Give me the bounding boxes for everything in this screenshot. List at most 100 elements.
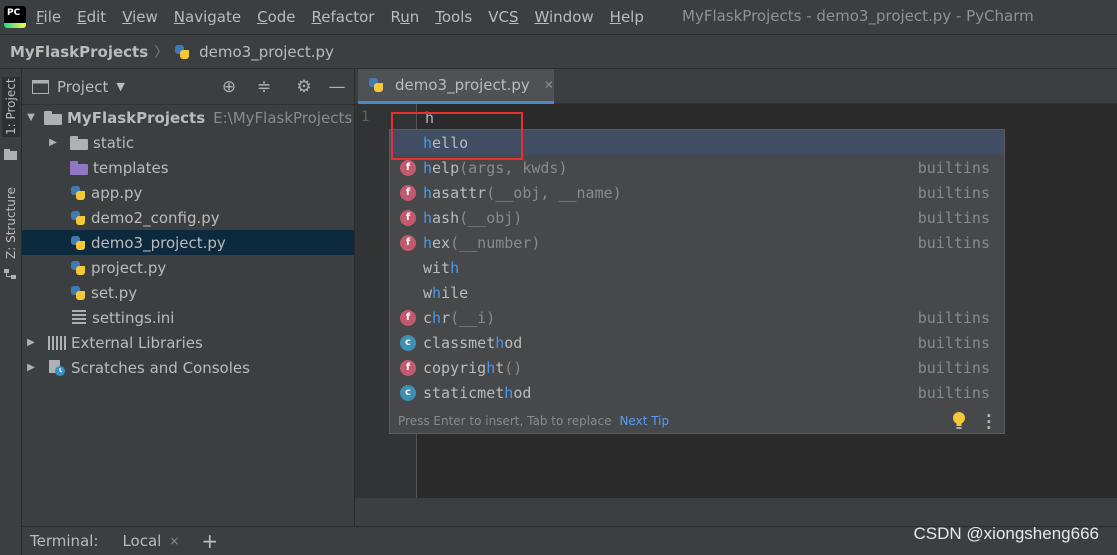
collapsed-arrow-icon[interactable]: ▶ xyxy=(26,337,36,348)
menu-item[interactable]: Tools xyxy=(435,8,472,26)
menu-label-part: R xyxy=(390,8,401,26)
tab-demo3-project[interactable]: demo3_project.py ✕ xyxy=(358,69,554,104)
menu-item[interactable]: Code xyxy=(257,8,295,26)
menu-item[interactable]: Edit xyxy=(77,8,106,26)
menu-item[interactable]: Run xyxy=(390,8,419,26)
close-icon[interactable]: × xyxy=(169,534,179,548)
tree-item-file[interactable]: app.py xyxy=(22,180,354,205)
chevron-right-icon: 〉 xyxy=(154,44,169,61)
code-completion-popup: hello f help(args, kwds) builtins f hasattr(_… xyxy=(389,129,1005,436)
templates-folder-icon xyxy=(70,160,88,175)
function-icon: f xyxy=(400,359,416,376)
chevron-down-icon[interactable]: ▼ xyxy=(116,80,124,93)
menu-item[interactable]: VCS xyxy=(488,8,518,26)
folder-icon xyxy=(70,135,88,150)
minimize-icon[interactable]: — xyxy=(328,78,346,96)
completion-name-part: ash xyxy=(432,208,460,227)
menu-mnemonic: R xyxy=(311,8,322,26)
menu-mnemonic: T xyxy=(435,8,442,26)
next-tip-link[interactable]: Next Tip xyxy=(619,414,669,428)
tab-label: demo3_project.py xyxy=(395,76,530,94)
terminal-tab-local[interactable]: Local xyxy=(122,532,161,550)
completion-type: builtins xyxy=(917,233,990,252)
project-panel-header: Project ▼ ⊕ ≑ ⚙ — xyxy=(22,69,354,105)
completion-item[interactable]: while xyxy=(390,280,1004,305)
tree-item-file[interactable]: project.py xyxy=(22,255,354,280)
expanded-arrow-icon[interactable]: ▼ xyxy=(26,112,36,123)
completion-name: help(args, kwds) xyxy=(423,159,568,177)
menu-item[interactable]: File xyxy=(36,8,61,26)
completion-name-part: h xyxy=(486,358,496,377)
completion-item[interactable]: f copyright() builtins xyxy=(390,355,1004,380)
editor-bottom-strip xyxy=(355,498,1117,526)
close-icon[interactable]: ✕ xyxy=(544,78,554,92)
breadcrumb-file[interactable]: demo3_project.py xyxy=(199,43,334,61)
completion-name-part: staticmet xyxy=(423,383,505,402)
menu-mnemonic: V xyxy=(122,8,133,26)
tree-item-file[interactable]: set.py xyxy=(22,280,354,305)
menu-mnemonic: C xyxy=(257,8,268,26)
function-icon: f xyxy=(400,234,416,251)
completion-item[interactable]: with xyxy=(390,255,1004,280)
add-terminal-button[interactable]: + xyxy=(201,529,218,553)
menu-mnemonic: H xyxy=(609,8,621,26)
structure-tool-tab[interactable]: Z: Structure xyxy=(2,183,20,263)
editor-tab-bar: demo3_project.py ✕ xyxy=(355,69,1117,104)
completion-name-part: h xyxy=(450,258,460,277)
tree-item-external-libraries[interactable]: ▶ External Libraries xyxy=(22,330,354,355)
breadcrumb-project[interactable]: MyFlaskProjects xyxy=(10,43,148,61)
collapse-all-icon[interactable]: ≑ xyxy=(255,78,273,96)
tree-item-label: External Libraries xyxy=(71,333,203,352)
collapsed-arrow-icon[interactable]: ▶ xyxy=(26,362,36,373)
menu-label-part: ools xyxy=(441,8,473,26)
menu-label-part: elp xyxy=(620,8,644,26)
completion-name-part: h xyxy=(423,233,433,252)
locate-icon[interactable]: ⊕ xyxy=(220,78,238,96)
completion-type: builtins xyxy=(917,158,990,177)
tree-item-file-selected[interactable]: demo3_project.py xyxy=(22,230,354,255)
menu-mnemonic: u xyxy=(400,8,410,26)
completion-item[interactable]: c classmethod builtins xyxy=(390,330,1004,355)
class-icon: c xyxy=(400,334,416,351)
completion-name-part: h xyxy=(423,183,433,202)
completion-name-part: (__obj) xyxy=(459,208,523,227)
python-file-icon xyxy=(70,235,86,251)
tree-item-label: settings.ini xyxy=(92,308,175,327)
collapsed-arrow-icon[interactable]: ▶ xyxy=(48,137,58,148)
tree-item-root[interactable]: ▼ MyFlaskProjects E:\MyFlaskProjects xyxy=(22,105,354,130)
menu-item[interactable]: View xyxy=(122,8,158,26)
tree-item-static[interactable]: ▶ static xyxy=(22,130,354,155)
completion-item[interactable]: f hasattr(__obj, __name) builtins xyxy=(390,180,1004,205)
completion-item[interactable]: f chr(__i) builtins xyxy=(390,305,1004,330)
project-window-icon xyxy=(32,79,49,94)
terminal-label: Terminal: xyxy=(30,532,99,550)
completion-name-part: () xyxy=(504,358,523,377)
pycharm-logo-icon: PC xyxy=(4,6,26,28)
completion-name-part: ex xyxy=(432,233,451,252)
line-number: 1 xyxy=(361,109,370,125)
completion-item[interactable]: f hex(__number) builtins xyxy=(390,230,1004,255)
tree-item-file[interactable]: demo2_config.py xyxy=(22,205,354,230)
tree-item-scratches[interactable]: ▶ Scratches and Consoles xyxy=(22,355,354,380)
tree-item-templates[interactable]: templates xyxy=(22,155,354,180)
completion-item[interactable]: f hash(__obj) builtins xyxy=(390,205,1004,230)
menu-item[interactable]: Refactor xyxy=(312,8,375,26)
project-view-selector[interactable]: Project xyxy=(57,78,108,96)
menu-item[interactable]: Help xyxy=(610,8,644,26)
menu-item[interactable]: Navigate xyxy=(174,8,241,26)
gear-icon[interactable]: ⚙ xyxy=(295,78,313,96)
lightbulb-icon[interactable] xyxy=(952,412,966,430)
left-tool-strip: 1: Project Z: Structure xyxy=(0,69,22,555)
completion-name-part: elp xyxy=(432,158,460,177)
menu-item[interactable]: Window xyxy=(534,8,593,26)
completion-name: chr(__i) xyxy=(423,309,495,327)
completion-name-part: od xyxy=(513,383,532,402)
completion-name-part: h xyxy=(495,333,505,352)
completion-name-part: (__number) xyxy=(450,233,541,252)
tree-item-settings[interactable]: settings.ini xyxy=(22,305,354,330)
more-options-icon[interactable]: · · · xyxy=(986,409,992,436)
completion-item[interactable]: c staticmethod builtins xyxy=(390,380,1004,405)
project-tool-tab[interactable]: 1: Project xyxy=(2,77,20,137)
completion-name-part: copyrig xyxy=(423,358,487,377)
completion-name-part: (args, kwds) xyxy=(459,158,568,177)
